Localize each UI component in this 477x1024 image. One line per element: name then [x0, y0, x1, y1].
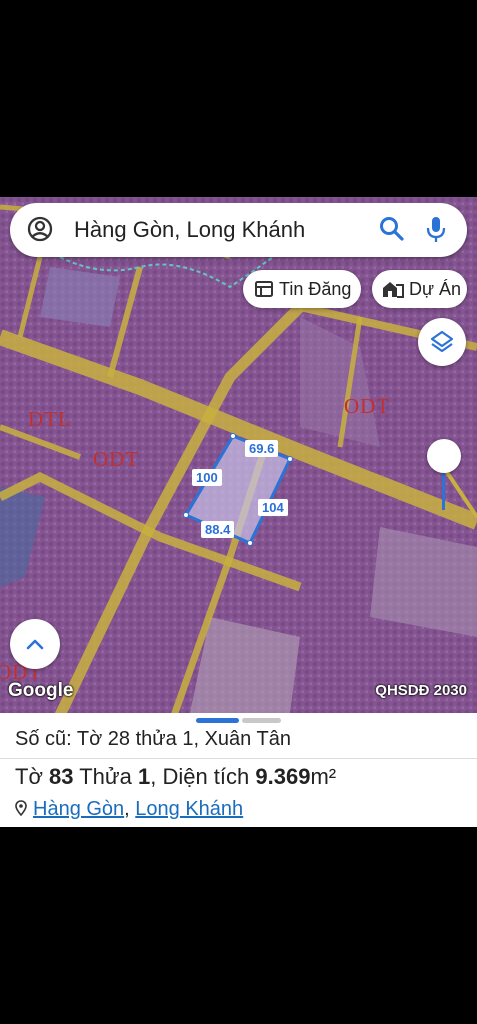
du-an-chip[interactable]: Dự Án	[372, 270, 467, 308]
google-logo: Google	[8, 680, 74, 701]
chevron-up-icon	[26, 639, 44, 650]
edge-length-bottom: 88.4	[201, 521, 235, 538]
sheet-number: 83	[49, 764, 74, 789]
layers-button[interactable]	[418, 318, 466, 366]
du-an-label: Dự Án	[409, 278, 462, 299]
sheet-label: Tờ	[15, 764, 43, 789]
divider	[0, 758, 477, 759]
zone-label-odt-left: ODT	[93, 447, 140, 471]
location-separator: ,	[124, 798, 130, 820]
account-icon[interactable]	[26, 215, 54, 248]
edge-length-top: 69.6	[245, 440, 279, 457]
opacity-slider-track[interactable]	[442, 470, 445, 510]
opacity-slider-handle[interactable]	[427, 439, 461, 473]
edge-length-right: 104	[258, 499, 288, 516]
expand-button[interactable]	[10, 619, 60, 669]
parcel-info-sheet[interactable]: Số cũ: Tờ 28 thửa 1, Xuân Tân Tờ 83 Thửa…	[0, 713, 477, 827]
plan-layer-label: QHSDĐ 2030	[375, 682, 467, 699]
area-value: 9.369	[255, 764, 311, 789]
search-icon[interactable]	[378, 215, 406, 248]
edge-length-left: 100	[192, 469, 222, 486]
parcel-number: 1	[137, 764, 151, 789]
page-indicator-active[interactable]	[196, 718, 239, 723]
search-input[interactable]: Hàng Gòn, Long Khánh	[74, 217, 305, 243]
project-icon	[383, 282, 404, 298]
search-bar[interactable]: Hàng Gòn, Long Khánh	[10, 203, 467, 257]
area-unit: m²	[310, 764, 337, 789]
location-pin-icon	[15, 800, 27, 817]
old-parcel-number: Số cũ: Tờ 28 thửa 1, Xuân Tân	[15, 728, 291, 750]
parcel-label: Thửa	[79, 764, 132, 789]
zone-label-odt-right: ODT	[344, 394, 391, 418]
commune-link[interactable]: Hàng Gòn	[33, 798, 124, 820]
area-label: , Diện tích	[150, 764, 250, 789]
layers-icon	[430, 330, 454, 353]
microphone-icon[interactable]	[424, 215, 448, 250]
parcel-summary: Tờ 83 Thửa 1, Diện tích 9.369m²	[15, 764, 336, 790]
status-bar	[0, 0, 477, 197]
tin-dang-label: Tin Đăng	[279, 278, 352, 299]
zone-label-dtl: DTL	[28, 407, 72, 431]
district-link[interactable]: Long Khánh	[135, 798, 243, 820]
location-line: Hàng Gòn, Long Khánh	[15, 798, 243, 821]
listing-icon	[255, 281, 273, 297]
tin-dang-chip[interactable]: Tin Đăng	[243, 270, 361, 308]
page-indicator-inactive[interactable]	[242, 718, 281, 723]
bottom-bar	[0, 827, 477, 1024]
